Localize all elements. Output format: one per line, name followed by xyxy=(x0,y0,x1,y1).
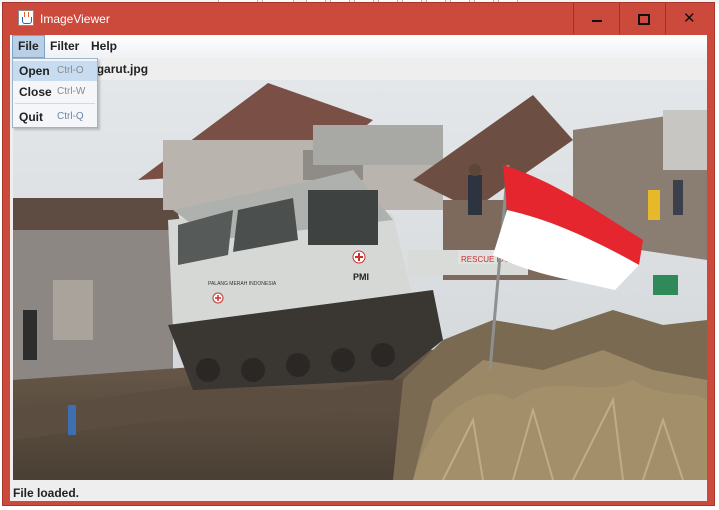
menu-item-open-shortcut: Ctrl-O xyxy=(57,65,84,76)
menu-item-quit[interactable]: Quit Ctrl-Q xyxy=(13,107,97,127)
minimize-icon xyxy=(592,20,602,22)
svg-text:PMI: PMI xyxy=(353,272,369,282)
window-title: ImageViewer xyxy=(40,12,110,26)
maximize-button[interactable] xyxy=(619,3,665,34)
menu-item-close[interactable]: Close Ctrl-W xyxy=(13,82,97,102)
menu-help[interactable]: Help xyxy=(86,35,122,58)
maximize-icon xyxy=(638,14,650,25)
menu-item-quit-label: Quit xyxy=(19,110,43,124)
title-bar[interactable]: ImageViewer ✕ xyxy=(3,3,714,35)
close-window-button[interactable]: ✕ xyxy=(665,3,714,34)
menu-bar: File Filter Help xyxy=(10,35,707,59)
menu-item-close-label: Close xyxy=(19,85,52,99)
file-path-bar: ser1\Pictures\garut.jpg xyxy=(10,58,707,80)
close-icon: ✕ xyxy=(683,9,696,27)
photo-icon: RESCUE PALANG PMI PALANG MERAH INDONESIA xyxy=(13,80,707,480)
svg-text:PALANG MERAH INDONESIA: PALANG MERAH INDONESIA xyxy=(208,281,277,287)
minimize-button[interactable] xyxy=(573,3,619,34)
menu-filter[interactable]: Filter xyxy=(45,35,84,58)
window-content: File Filter Help ser1\Pictures\garut.jpg xyxy=(10,35,707,501)
file-menu-dropdown: Open Ctrl-O Close Ctrl-W Quit Ctrl-Q xyxy=(12,58,98,128)
menu-item-quit-shortcut: Ctrl-Q xyxy=(57,111,84,122)
menu-item-open[interactable]: Open Ctrl-O xyxy=(13,61,97,81)
photo-display: RESCUE PALANG PMI PALANG MERAH INDONESIA xyxy=(13,80,707,480)
menu-item-open-label: Open xyxy=(19,64,50,78)
menu-separator xyxy=(15,103,95,104)
menu-item-close-shortcut: Ctrl-W xyxy=(57,86,86,97)
java-cup-icon[interactable] xyxy=(18,10,34,26)
menu-file[interactable]: File xyxy=(12,35,45,58)
image-viewer-window: ImageViewer ✕ File Filter Help ser1\Pict… xyxy=(2,2,715,506)
status-text: File loaded. xyxy=(13,486,80,500)
status-bar: File loaded. xyxy=(10,481,707,501)
